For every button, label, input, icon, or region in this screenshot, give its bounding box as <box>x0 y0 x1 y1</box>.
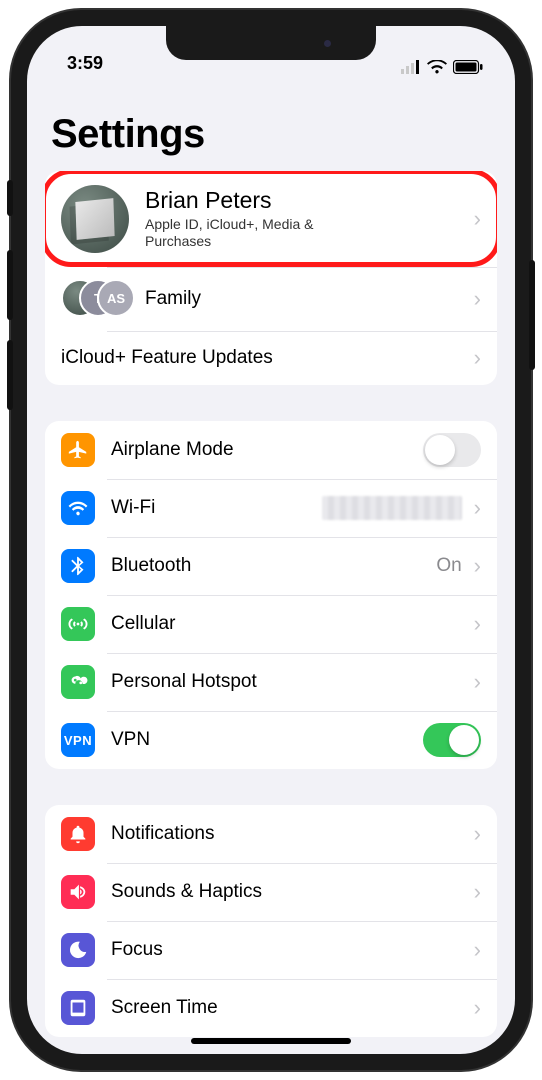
bluetooth-value: On <box>436 555 461 577</box>
row-sounds[interactable]: Sounds & Haptics › <box>45 863 497 921</box>
screen: 3:59 Settings Brian Peters Apple ID, iCl… <box>27 26 515 1054</box>
row-vpn[interactable]: VPN VPN <box>45 711 497 769</box>
profile-name: Brian Peters <box>145 187 470 213</box>
row-icloud-updates[interactable]: iCloud+ Feature Updates › <box>45 331 497 385</box>
chevron-icon: › <box>474 495 481 521</box>
chevron-icon: › <box>474 995 481 1021</box>
row-cellular[interactable]: Cellular › <box>45 595 497 653</box>
notifications-icon <box>61 817 95 851</box>
vpn-toggle[interactable] <box>423 723 481 757</box>
chevron-icon: › <box>474 553 481 579</box>
row-screen-time[interactable]: Screen Time › <box>45 979 497 1037</box>
airplane-toggle[interactable] <box>423 433 481 467</box>
chevron-icon: › <box>474 286 481 312</box>
cellular-icon <box>401 60 421 74</box>
family-label: Family <box>145 288 470 310</box>
wifi-icon <box>61 491 95 525</box>
notch <box>166 26 376 60</box>
status-time: 3:59 <box>67 53 103 74</box>
general-group: Notifications › Sounds & Haptics › Focus… <box>45 805 497 1037</box>
vpn-icon: VPN <box>61 723 95 757</box>
row-focus[interactable]: Focus › <box>45 921 497 979</box>
row-wifi[interactable]: Wi-Fi › <box>45 479 497 537</box>
chevron-icon: › <box>474 611 481 637</box>
avatar <box>61 185 129 253</box>
phone-frame: 3:59 Settings Brian Peters Apple ID, iCl… <box>11 10 531 1070</box>
icloud-updates-label: iCloud+ Feature Updates <box>61 347 470 369</box>
profile-subtitle: Apple ID, iCloud+, Media & Purchases <box>145 216 365 251</box>
row-bluetooth[interactable]: Bluetooth On › <box>45 537 497 595</box>
chevron-icon: › <box>474 937 481 963</box>
home-indicator[interactable] <box>191 1038 351 1044</box>
page-title: Settings <box>27 76 515 171</box>
focus-icon <box>61 933 95 967</box>
family-avatars: T AS <box>61 279 131 319</box>
status-indicators <box>401 60 483 74</box>
row-hotspot[interactable]: Personal Hotspot › <box>45 653 497 711</box>
hotspot-icon <box>61 665 95 699</box>
wifi-icon <box>427 60 447 74</box>
cellular-icon <box>61 607 95 641</box>
row-airplane[interactable]: Airplane Mode <box>45 421 497 479</box>
airplane-icon <box>61 433 95 467</box>
chevron-icon: › <box>474 345 481 371</box>
row-notifications[interactable]: Notifications › <box>45 805 497 863</box>
battery-icon <box>453 60 483 74</box>
wifi-value-redacted <box>322 496 462 520</box>
screen-time-icon <box>61 991 95 1025</box>
chevron-icon: › <box>474 206 481 232</box>
profile-group: Brian Peters Apple ID, iCloud+, Media & … <box>45 171 497 385</box>
network-group: Airplane Mode Wi-Fi › Bluetooth On › <box>45 421 497 769</box>
chevron-icon: › <box>474 821 481 847</box>
row-apple-id[interactable]: Brian Peters Apple ID, iCloud+, Media & … <box>45 171 497 267</box>
row-family[interactable]: T AS Family › <box>45 267 497 331</box>
chevron-icon: › <box>474 879 481 905</box>
bluetooth-icon <box>61 549 95 583</box>
sounds-icon <box>61 875 95 909</box>
chevron-icon: › <box>474 669 481 695</box>
